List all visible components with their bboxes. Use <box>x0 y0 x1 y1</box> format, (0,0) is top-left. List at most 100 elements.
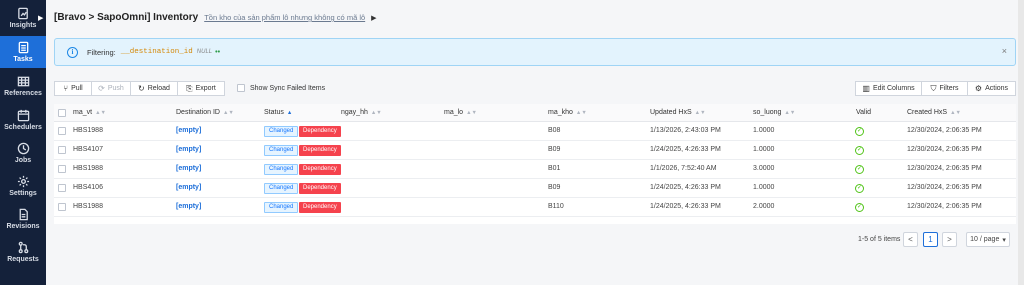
sidebar-item-requests[interactable]: Requests <box>0 236 46 268</box>
dependency-badge[interactable]: Dependency <box>299 145 341 156</box>
cell-ma-kho: B01 <box>548 165 561 172</box>
toolbar: ⑂ Pull ⟳ Push ↻ Reload ⎘ Export Show Syn… <box>54 81 1016 97</box>
row-checkbox[interactable] <box>58 146 66 154</box>
info-icon: i <box>67 46 78 58</box>
cell-updated: 1/13/2026, 2:43:03 PM <box>650 127 721 134</box>
sort-asc-icon[interactable]: ▲ <box>287 110 292 116</box>
sidebar-item-settings[interactable]: Settings <box>0 170 46 202</box>
table-row[interactable]: HBS4106 [empty] Changed Dependency B09 1… <box>54 179 1016 198</box>
actions-label: Actions <box>985 85 1009 92</box>
sort-icon[interactable]: ▲▼ <box>95 110 106 116</box>
row-checkbox[interactable] <box>58 203 66 211</box>
column-header-ngay-hh[interactable]: ngay_hh ▲▼ <box>341 109 382 116</box>
sidebar-item-references[interactable]: References <box>0 70 46 102</box>
status-badge: Changed <box>264 183 299 194</box>
sidebar-item-label: Jobs <box>14 157 32 164</box>
check-circle-icon: ✓ <box>855 127 864 136</box>
pull-label: Pull <box>71 85 83 92</box>
push-button[interactable]: ⟳ Push <box>91 81 131 96</box>
select-all-checkbox[interactable] <box>58 109 66 117</box>
table-row[interactable]: HBS1988 [empty] Changed Dependency B110 … <box>54 198 1016 217</box>
table-row[interactable]: HBS1988 [empty] Changed Dependency B08 1… <box>54 122 1016 141</box>
page-size-value: 10 / page <box>970 236 1000 243</box>
cell-so-luong: 1.0000 <box>753 127 775 134</box>
page-scrollbar[interactable] <box>1018 0 1024 285</box>
sync-failed-checkbox[interactable] <box>237 84 245 92</box>
cell-destination-id[interactable]: [empty] <box>176 184 201 191</box>
dependency-badge[interactable]: Dependency <box>299 202 341 213</box>
sidebar-item-label: Insights <box>9 22 37 29</box>
column-header-status[interactable]: Status ▲ <box>264 109 292 116</box>
row-checkbox[interactable] <box>58 184 66 192</box>
dependency-badge[interactable]: Dependency <box>299 126 341 137</box>
row-checkbox[interactable] <box>58 127 66 135</box>
requests-icon <box>18 241 28 254</box>
prev-page-button[interactable]: < <box>903 232 918 247</box>
column-header-destination-id[interactable]: Destination ID ▲▼ <box>176 109 234 116</box>
check-circle-icon: ✓ <box>855 184 864 193</box>
cell-ma-kho: B09 <box>548 184 561 191</box>
page-size-select[interactable]: 10 / page ▾ <box>966 232 1010 247</box>
chevron-down-icon: ▾ <box>1002 236 1006 244</box>
column-header-ma-kho[interactable]: ma_kho ▲▼ <box>548 109 587 116</box>
sort-icon[interactable]: ▲▼ <box>223 110 234 116</box>
main-content: [Bravo > SapoOmni] Inventory Tồn kho của… <box>46 0 1024 285</box>
page-subtitle-link[interactable]: Tồn kho của sản phẩm lô nhưng không có m… <box>204 13 365 22</box>
table-row[interactable]: HBS4107 [empty] Changed Dependency B09 1… <box>54 141 1016 160</box>
columns-icon: ▥ <box>862 84 870 93</box>
sort-icon[interactable]: ▲▼ <box>784 110 795 116</box>
cell-updated: 1/24/2025, 4:26:33 PM <box>650 146 721 153</box>
reload-icon: ↻ <box>138 84 145 93</box>
page-1-button[interactable]: 1 <box>923 232 938 247</box>
sort-icon[interactable]: ▲▼ <box>576 110 587 116</box>
export-button[interactable]: ⎘ Export <box>177 81 225 96</box>
column-header-so-luong[interactable]: so_luong ▲▼ <box>753 109 795 116</box>
close-icon[interactable]: × <box>1002 46 1007 56</box>
pagination-summary: 1-5 of 5 items <box>858 236 901 243</box>
sidebar-item-insights[interactable]: Insights <box>0 2 46 34</box>
caret-right-icon[interactable]: ▶ <box>371 14 376 22</box>
column-header-ma-lo[interactable]: ma_lo ▲▼ <box>444 109 477 116</box>
cell-ma-vt: HBS4107 <box>73 146 103 153</box>
edit-columns-button[interactable]: ▥ Edit Columns <box>855 81 922 96</box>
filters-button[interactable]: ⛉ Filters <box>921 81 968 96</box>
sort-icon[interactable]: ▲▼ <box>371 110 382 116</box>
dependency-badge[interactable]: Dependency <box>299 183 341 194</box>
sort-icon[interactable]: ▲▼ <box>950 110 961 116</box>
check-circle-icon: ✓ <box>855 203 864 212</box>
cell-destination-id[interactable]: [empty] <box>176 203 201 210</box>
sort-icon[interactable]: ▲▼ <box>695 110 706 116</box>
table-row[interactable]: HBS1988 [empty] Changed Dependency B01 1… <box>54 160 1016 179</box>
row-checkbox[interactable] <box>58 165 66 173</box>
column-header-ma-vt[interactable]: ma_vt ▲▼ <box>73 109 106 116</box>
filter-label: Filtering: <box>87 47 116 57</box>
sidebar-item-revisions[interactable]: Revisions <box>0 203 46 235</box>
column-header-updated[interactable]: Updated HxS ▲▼ <box>650 109 706 116</box>
cell-destination-id[interactable]: [empty] <box>176 146 201 153</box>
sidebar-item-label: Revisions <box>6 223 40 230</box>
cell-destination-id[interactable]: [empty] <box>176 165 201 172</box>
actions-button[interactable]: ⚙ Actions <box>967 81 1016 96</box>
next-page-button[interactable]: > <box>942 232 957 247</box>
dependency-badge[interactable]: Dependency <box>299 164 341 175</box>
cell-created: 12/30/2024, 2:06:35 PM <box>907 203 982 210</box>
filter-dots: •• <box>215 48 221 56</box>
sort-icon[interactable]: ▲▼ <box>466 110 477 116</box>
column-header-created[interactable]: Created HxS ▲▼ <box>907 109 961 116</box>
filter-null-value: NULL <box>196 49 213 55</box>
column-header-valid[interactable]: Valid <box>856 109 871 116</box>
cell-destination-id[interactable]: [empty] <box>176 127 201 134</box>
sidebar-item-tasks[interactable]: Tasks <box>0 36 46 68</box>
reload-button[interactable]: ↻ Reload <box>130 81 178 96</box>
insights-icon <box>17 7 28 20</box>
sidebar-item-schedulers[interactable]: Schedulers <box>0 104 46 136</box>
cell-updated: 1/24/2025, 4:26:33 PM <box>650 184 721 191</box>
revisions-icon <box>19 208 28 221</box>
cell-created: 12/30/2024, 2:06:35 PM <box>907 184 982 191</box>
sidebar-item-jobs[interactable]: Jobs <box>0 137 46 169</box>
export-label: Export <box>195 85 216 92</box>
schedulers-icon <box>17 109 29 122</box>
sync-failed-toggle[interactable]: Show Sync Failed Items <box>237 84 325 92</box>
settings-icon <box>17 175 29 188</box>
pull-button[interactable]: ⑂ Pull <box>54 81 92 96</box>
